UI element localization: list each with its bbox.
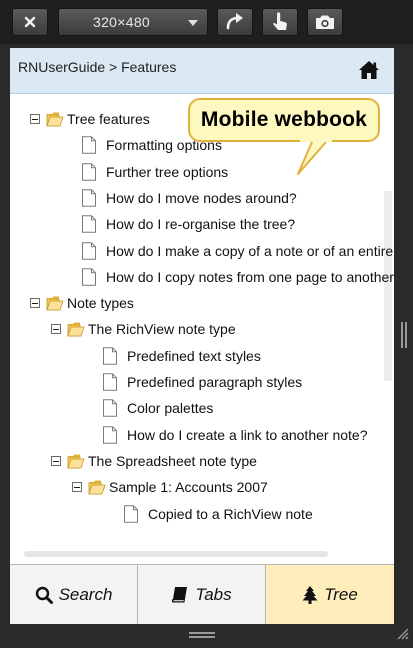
side-resize-handle[interactable] [401,322,407,348]
document-icon [82,163,96,181]
tree-node-label: The RichView note type [88,321,236,337]
horizontal-scrollbar[interactable] [24,551,328,557]
touch-icon [273,12,287,30]
tree-node-label: Color palettes [127,400,214,416]
tree-folder-node[interactable]: Tree features [30,106,150,132]
bottom-resize-handle[interactable] [189,632,215,638]
tab-tree[interactable]: Tree [266,565,394,624]
tree-node-label: Predefined paragraph styles [127,374,303,390]
tree-note-node[interactable]: How do I copy notes from one page to ano… [81,264,394,290]
close-button[interactable] [12,8,48,36]
tree-node-label: Tree features [67,111,150,127]
emulator-toolbar: 320×480 [0,0,413,44]
screen-size-value: 320×480 [93,14,150,30]
rotate-icon [226,13,243,30]
document-icon [103,399,117,417]
tree-icon [302,585,318,604]
document-icon [103,426,117,444]
collapse-toggle-icon[interactable] [51,324,61,334]
tree-folder-node[interactable]: Sample 1: Accounts 2007 [72,474,268,500]
tab-tabs-label: Tabs [195,584,232,604]
header-bar: RNUserGuide > Features [10,48,394,94]
tree-folder-node[interactable]: Note types [30,290,134,316]
tab-tree-label: Tree [324,584,358,604]
collapse-toggle-icon[interactable] [30,114,40,124]
camera-icon [316,15,334,29]
document-icon [124,505,138,523]
tree-node-label: Copied to a RichView note [148,506,313,522]
search-icon [35,586,53,604]
collapse-toggle-icon[interactable] [72,482,82,492]
bottom-tab-bar: Search Tabs Tree [10,564,394,624]
tree-folder-node[interactable]: The RichView note type [51,316,236,342]
collapse-toggle-icon[interactable] [51,456,61,466]
tree-note-node[interactable]: How do I make a copy of a note or of an … [81,238,394,264]
document-icon [82,268,96,286]
screen-size-dropdown[interactable]: 320×480 [58,8,208,36]
close-icon [24,16,36,28]
callout-pointer [297,140,332,175]
document-icon [82,189,96,207]
tree-node-label: Further tree options [106,164,229,180]
tree-node-label: The Spreadsheet note type [88,453,257,469]
device-screen: RNUserGuide > Features Tree features Form… [10,48,394,623]
rotate-button[interactable] [217,8,253,36]
screenshot-button[interactable] [307,8,343,36]
tab-search[interactable]: Search [10,565,138,624]
folder-icon [46,296,64,311]
tree-view[interactable]: Tree features Formatting options Further t… [10,95,394,560]
tree-node-label: How do I move nodes around? [106,190,297,206]
collapse-toggle-icon[interactable] [30,298,40,308]
tree-node-label: How do I copy notes from one page to ano… [106,269,394,285]
tree-node-label: How do I re-organise the tree? [106,216,296,232]
tree-note-node[interactable]: Predefined paragraph styles [102,369,302,395]
tree-note-node[interactable]: Predefined text styles [102,343,261,369]
document-icon [103,373,117,391]
tree-note-node[interactable]: How do I create a link to another note? [102,422,367,448]
document-icon [82,136,96,154]
tree-node-label: Predefined text styles [127,348,261,364]
folder-icon [46,112,64,127]
tree-node-label: How do I make a copy of a note or of an … [106,243,394,259]
folder-icon [88,480,106,495]
tree-node-label: How do I create a link to another note? [127,427,368,443]
tree-note-node[interactable]: How do I re-organise the tree? [81,211,295,237]
folder-icon [67,454,85,469]
tree-note-node[interactable]: Copied to a RichView note [123,501,313,527]
document-icon [82,242,96,260]
tree-note-node[interactable]: How do I move nodes around? [81,185,297,211]
touch-mode-button[interactable] [262,8,298,36]
chevron-down-icon [188,20,198,26]
book-icon [172,586,188,602]
home-icon[interactable] [358,60,380,80]
breadcrumb[interactable]: RNUserGuide > Features [18,59,176,75]
tree-note-node[interactable]: Color palettes [102,395,213,421]
tree-node-label: Sample 1: Accounts 2007 [109,479,268,495]
tab-search-label: Search [58,584,113,604]
tree-note-node[interactable]: Further tree options [81,159,228,185]
callout-bubble: Mobile webbook [188,98,380,142]
folder-icon [67,322,85,337]
tab-tabs[interactable]: Tabs [138,565,266,624]
tree-node-label: Note types [67,295,134,311]
document-icon [82,215,96,233]
tree-folder-node[interactable]: The Spreadsheet note type [51,448,257,474]
resize-corner-icon[interactable] [395,626,409,640]
callout-text: Mobile webbook [200,108,368,131]
document-icon [103,347,117,365]
